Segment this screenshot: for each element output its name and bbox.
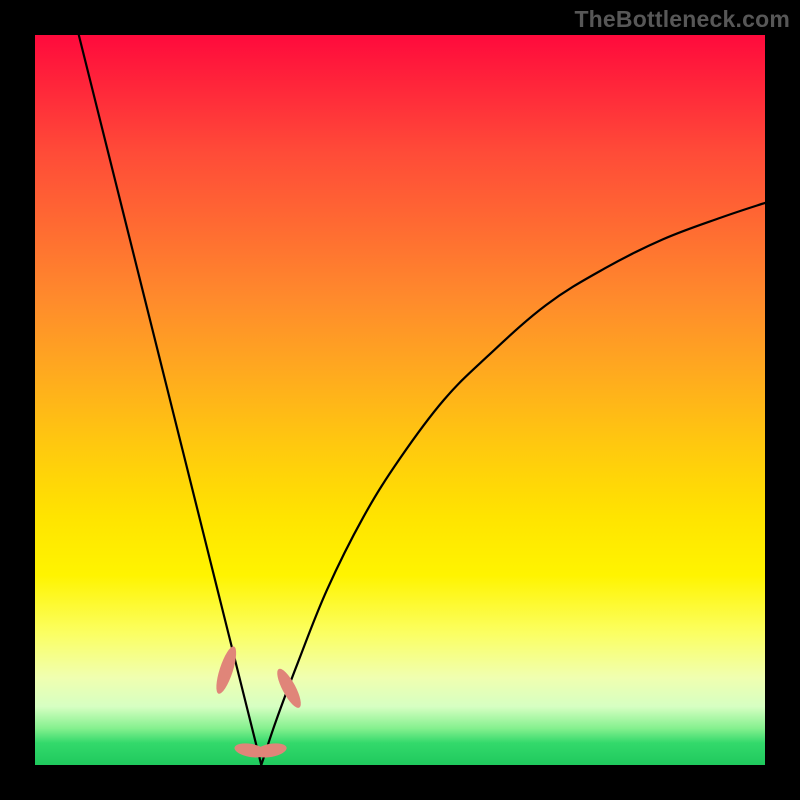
curve-layer: [35, 35, 765, 765]
plot-area: [35, 35, 765, 765]
chart-frame: TheBottleneck.com: [0, 0, 800, 800]
attribution-text: TheBottleneck.com: [574, 6, 790, 33]
curve-right: [261, 203, 765, 765]
left-upper-pill: [212, 644, 240, 695]
right-upper-pill: [273, 666, 305, 711]
markers-group: [212, 644, 305, 759]
